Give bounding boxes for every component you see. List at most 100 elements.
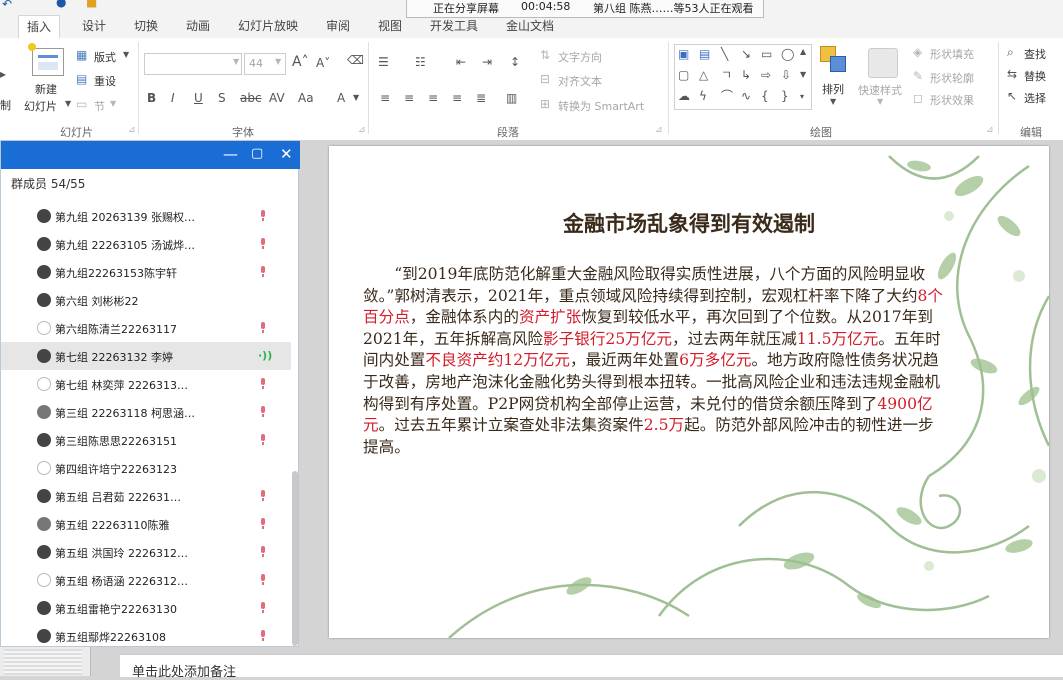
tab-kingsoft-docs[interactable]: 金山文档 [506, 17, 554, 34]
curve-shape-icon[interactable]: ⌒ [721, 90, 733, 102]
member-row[interactable]: 第九组 20263139 张赐权… [1, 202, 291, 230]
grow-font-icon[interactable]: A˄ [292, 55, 309, 69]
align-text-button[interactable]: 对齐文本 [558, 73, 602, 89]
more-shapes-icon[interactable]: ▾ [800, 93, 804, 101]
notes-pane[interactable]: 单击此处添加备注 [120, 654, 1063, 680]
align-center-icon[interactable]: ≡ [404, 92, 414, 104]
member-row[interactable]: 第三组 22263118 柯思涵… [1, 398, 291, 426]
line-spacing-icon[interactable]: ↕ [510, 56, 520, 68]
select-button[interactable]: 选择 [1024, 90, 1046, 106]
textbox-shape-icon[interactable]: ▣ [678, 48, 689, 60]
line-shape-icon[interactable]: ╲ [721, 48, 728, 60]
member-row[interactable]: 第五组 杨语涵 2226312… [1, 566, 291, 594]
scroll-down-icon[interactable]: ▼ [800, 71, 806, 79]
section-button[interactable]: 节 [94, 98, 105, 114]
arrange-icon[interactable] [820, 46, 848, 74]
rounded-rect-shape-icon[interactable]: ▢ [678, 69, 689, 81]
freeform-shape-icon[interactable]: ∿ [741, 90, 751, 102]
dialog-launcher-icon[interactable]: ⊿ [358, 126, 366, 135]
folder-icon[interactable]: ■ [86, 0, 97, 8]
increase-indent-icon[interactable]: ⇥ [482, 56, 492, 68]
columns-icon[interactable]: ▥ [506, 92, 517, 104]
quick-styles-icon[interactable] [868, 48, 898, 78]
tab-review[interactable]: 审阅 [326, 17, 350, 34]
vertical-textbox-shape-icon[interactable]: ▤ [699, 48, 710, 60]
font-name-input[interactable] [144, 53, 242, 75]
convert-smartart-button[interactable]: 转换为 SmartArt [558, 98, 644, 114]
slide-canvas[interactable]: 金融市场乱象得到有效遏制 “到2019年底防范化解重大金融风险取得实质性进展，八… [329, 146, 1049, 638]
shape-outline-button[interactable]: 形状轮廓 [930, 70, 974, 86]
bold-icon[interactable]: B [147, 92, 156, 104]
shapes-gallery[interactable]: ▣ ▤ ╲ ↘ ▭ ◯ ▢ △ ㄱ ↳ ⇨ ⇩ ☁ ϟ ⌒ ∿ { } ▲ ▼ … [674, 44, 812, 110]
right-arrow-shape-icon[interactable]: ⇨ [761, 69, 771, 81]
quick-styles-button[interactable]: 快速样式 [858, 82, 902, 98]
member-row[interactable]: 第五组鄢烨22263108 [1, 622, 291, 650]
case-icon[interactable]: Aa [298, 92, 314, 104]
clear-format-icon[interactable]: ⌫ [347, 54, 364, 66]
replace-button[interactable]: 替换 [1024, 68, 1046, 84]
chevron-down-icon[interactable]: ▼ [123, 51, 129, 59]
strikethrough-icon[interactable]: abc [240, 92, 262, 104]
minimize-icon[interactable]: — [223, 145, 238, 163]
chevron-down-icon[interactable]: ▼ [353, 94, 359, 102]
member-row[interactable]: 第七组 22263132 李婷 ·)) [1, 342, 291, 370]
triangle-shape-icon[interactable]: △ [699, 69, 708, 81]
dialog-launcher-icon[interactable]: ⊿ [128, 126, 136, 135]
member-row[interactable]: 第三组陈思思22263151 [1, 426, 291, 454]
maximize-icon[interactable]: ▢ [251, 146, 263, 161]
chevron-down-icon[interactable]: ▼ [877, 98, 883, 106]
member-row[interactable]: 第九组22263153陈宇轩 [1, 258, 291, 286]
member-row[interactable]: 第四组许培宁22263123 [1, 454, 291, 482]
member-row[interactable]: 第七组 林奕萍 2226313… [1, 370, 291, 398]
shape-fill-button[interactable]: 形状填充 [930, 46, 974, 62]
shape-effects-button[interactable]: 形状效果 [930, 92, 974, 108]
notes-placeholder[interactable]: 单击此处添加备注 [132, 661, 236, 680]
oval-shape-icon[interactable]: ◯ [781, 48, 794, 60]
numbering-icon[interactable]: ☷ [415, 56, 426, 68]
italic-icon[interactable]: I [171, 92, 175, 104]
shadow-icon[interactable]: S [218, 92, 226, 104]
distribute-icon[interactable]: ≣ [476, 92, 486, 104]
align-right-icon[interactable]: ≡ [428, 92, 438, 104]
tab-developer[interactable]: 开发工具 [430, 17, 478, 34]
lightning-shape-icon[interactable]: ϟ [699, 90, 707, 102]
font-color-icon[interactable]: A [337, 92, 345, 104]
dialog-launcher-icon[interactable]: ⊿ [986, 126, 994, 135]
align-left-icon[interactable]: ≡ [380, 92, 390, 104]
refresh-icon[interactable]: ● [56, 0, 66, 8]
tab-animations[interactable]: 动画 [186, 17, 210, 34]
decrease-indent-icon[interactable]: ⇤ [456, 56, 466, 68]
brace-right-shape-icon[interactable]: } [781, 90, 789, 102]
dialog-launcher-icon[interactable]: ⊿ [655, 126, 663, 135]
slide-thumbnail-pane[interactable] [0, 647, 91, 676]
new-slide-label-2[interactable]: 幻灯片 [24, 98, 57, 114]
tab-view[interactable]: 视图 [378, 17, 402, 34]
chevron-down-icon[interactable]: ▼ [110, 100, 116, 108]
member-row[interactable]: 第六组陈清兰22263117 [1, 314, 291, 342]
elbow-connector-icon[interactable]: ㄱ [721, 69, 732, 81]
brace-shape-icon[interactable]: { [761, 90, 769, 102]
close-icon[interactable]: ✕ [280, 145, 293, 163]
bullets-icon[interactable]: ☰ [378, 56, 389, 68]
chevron-down-icon[interactable]: ▼ [830, 98, 836, 106]
rectangle-shape-icon[interactable]: ▭ [761, 48, 772, 60]
chevron-down-icon[interactable]: ▼ [65, 100, 71, 108]
slide-title[interactable]: 金融市场乱象得到有效遏制 [329, 208, 1049, 238]
member-row[interactable]: 第五组 吕君茹 222631… [1, 482, 291, 510]
share-viewers[interactable]: 第八组 陈燕……等53人正在观看 [593, 0, 754, 16]
find-button[interactable]: 查找 [1024, 46, 1046, 62]
member-row[interactable]: 第五组 22263110陈雅 [1, 510, 291, 538]
tab-design[interactable]: 设计 [82, 17, 106, 34]
member-row[interactable]: 第六组 刘彬彬22 [1, 286, 291, 314]
underline-icon[interactable]: U [194, 92, 203, 104]
shrink-font-icon[interactable]: A˅ [316, 57, 330, 69]
new-slide-icon[interactable] [28, 43, 64, 76]
tab-slideshow[interactable]: 幻灯片放映 [238, 17, 298, 34]
spacing-icon[interactable]: AV [269, 92, 285, 104]
chevron-down-icon[interactable]: ▼ [233, 58, 239, 66]
arrow-line-shape-icon[interactable]: ↘ [741, 48, 751, 60]
scroll-up-icon[interactable]: ▲ [800, 48, 806, 56]
new-slide-label[interactable]: 新建 [35, 81, 57, 97]
member-row[interactable]: 第五组 洪国玲 2226312… [1, 538, 291, 566]
layout-button[interactable]: 版式 [94, 49, 116, 65]
